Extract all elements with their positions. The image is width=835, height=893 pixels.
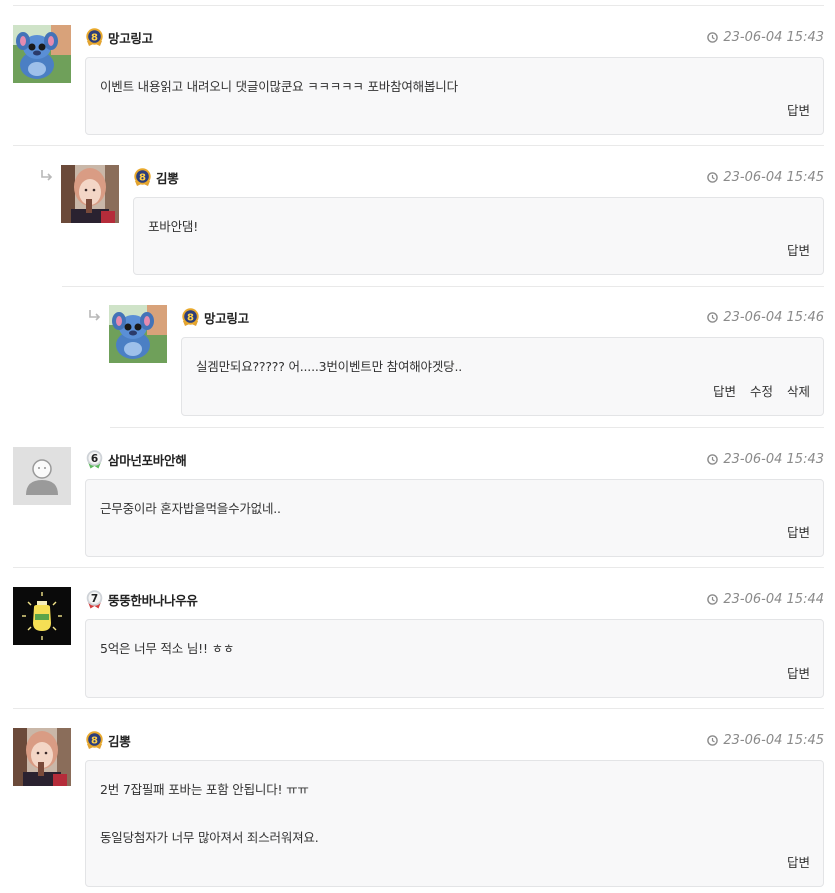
comment-text: 근무중이라 혼자밥을먹을수가없네..	[100, 501, 281, 516]
comment-item: 망고링고 23-06-04 15:43 이벤트 내용읽고 내려오니 댓글이많쿤요…	[13, 25, 824, 135]
clock-icon	[707, 31, 719, 43]
comment-item: 김뽕 23-06-04 15:45 포바안댐! 답변	[41, 165, 824, 275]
clock-icon	[707, 311, 719, 323]
comment-body: 5억은 너무 적소 님!! ㅎㅎ 답변	[85, 619, 824, 698]
time-text: 23-06-04 15:43	[723, 451, 824, 467]
level-badge-icon	[86, 28, 103, 46]
clock-icon	[707, 734, 719, 746]
comment-text: 실겜만되요????? 어.....3번이벤트만 참여해야겟당..	[196, 359, 462, 374]
comment-time: 23-06-04 15:43	[707, 27, 824, 47]
comment-header: 망고링고	[85, 27, 153, 47]
comment-body: 2번 7잡필패 포바는 포함 안됩니다! ㅠㅠ 동일당첨자가 너무 많아져서 죄…	[85, 760, 824, 887]
time-text: 23-06-04 15:44	[723, 591, 824, 607]
avatar[interactable]	[13, 587, 71, 645]
comment-actions: 답변	[787, 852, 810, 871]
comment-body: 실겜만되요????? 어.....3번이벤트만 참여해야겟당.. 답변 수정 삭…	[181, 337, 824, 416]
separator	[13, 5, 824, 6]
comment-time: 23-06-04 15:45	[707, 730, 824, 750]
comment-time: 23-06-04 15:44	[707, 589, 824, 609]
separator	[62, 286, 824, 287]
author-name[interactable]: 김뽕	[156, 168, 179, 187]
author-name[interactable]: 김뽕	[108, 731, 131, 750]
comment-header: 망고링고	[181, 307, 249, 327]
time-text: 23-06-04 15:45	[723, 732, 824, 748]
separator	[110, 427, 824, 428]
comment-actions: 답변	[787, 663, 810, 682]
reply-button[interactable]: 답변	[787, 852, 810, 871]
level-badge-icon	[86, 450, 103, 469]
reply-button[interactable]: 답변	[787, 663, 810, 682]
delete-button[interactable]: 삭제	[787, 381, 810, 400]
comment-text: 이벤트 내용읽고 내려오니 댓글이많쿤요 ㅋㅋㅋㅋㅋ 포바참여해봅니다	[100, 79, 458, 94]
time-text: 23-06-04 15:45	[723, 169, 824, 185]
reply-button[interactable]: 답변	[787, 100, 810, 119]
separator	[13, 567, 824, 568]
level-badge-icon	[86, 731, 103, 749]
comment-time: 23-06-04 15:45	[707, 167, 824, 187]
comment-time: 23-06-04 15:43	[707, 449, 824, 469]
reply-arrow-icon	[89, 309, 100, 321]
reply-button[interactable]: 답변	[713, 381, 736, 400]
comment-text: 2번 7잡필패 포바는 포함 안됩니다! ㅠㅠ	[100, 782, 309, 797]
comment-item: 김뽕 23-06-04 15:45 2번 7잡필패 포바는 포함 안됩니다! ㅠ…	[13, 728, 824, 887]
author-name[interactable]: 삼마넌포바안해	[108, 450, 187, 469]
comment-time: 23-06-04 15:46	[707, 307, 824, 327]
comment-header: 김뽕	[85, 730, 131, 750]
comment-item: 삼마넌포바안해 23-06-04 15:43 근무중이라 혼자밥을먹을수가없네.…	[13, 447, 824, 557]
author-name[interactable]: 뚱뚱한바나나우유	[108, 590, 198, 609]
author-name[interactable]: 망고링고	[108, 28, 153, 47]
author-name[interactable]: 망고링고	[204, 308, 249, 327]
level-badge-icon	[134, 168, 151, 186]
comment-text: 포바안댐!	[148, 219, 199, 234]
comment-header: 뚱뚱한바나나우유	[85, 589, 198, 609]
comment-header: 김뽕	[133, 167, 179, 187]
comment-actions: 답변	[787, 522, 810, 541]
avatar[interactable]	[109, 305, 167, 363]
separator	[13, 708, 824, 709]
time-text: 23-06-04 15:46	[723, 309, 824, 325]
avatar[interactable]	[61, 165, 119, 223]
comment-header: 삼마넌포바안해	[85, 449, 187, 469]
level-badge-icon	[182, 308, 199, 326]
avatar[interactable]	[13, 25, 71, 83]
comment-actions: 답변	[787, 100, 810, 119]
comment-item: 뚱뚱한바나나우유 23-06-04 15:44 5억은 너무 적소 님!! ㅎㅎ…	[13, 587, 824, 698]
clock-icon	[707, 453, 719, 465]
clock-icon	[707, 171, 719, 183]
avatar[interactable]	[13, 447, 71, 505]
reply-button[interactable]: 답변	[787, 240, 810, 259]
avatar[interactable]	[13, 728, 71, 786]
reply-arrow-icon	[41, 169, 52, 181]
level-badge-icon	[86, 590, 103, 609]
comment-body: 근무중이라 혼자밥을먹을수가없네.. 답변	[85, 479, 824, 557]
edit-button[interactable]: 수정	[750, 381, 773, 400]
comment-text: 5억은 너무 적소 님!! ㅎㅎ	[100, 641, 235, 656]
reply-button[interactable]: 답변	[787, 522, 810, 541]
comment-actions: 답변 수정 삭제	[713, 381, 810, 400]
separator	[13, 145, 824, 146]
comment-actions: 답변	[787, 240, 810, 259]
time-text: 23-06-04 15:43	[723, 29, 824, 45]
comment-text: 동일당첨자가 너무 많아져서 죄스러워져요.	[100, 830, 319, 845]
clock-icon	[707, 593, 719, 605]
comment-body: 포바안댐! 답변	[133, 197, 824, 275]
comment-body: 이벤트 내용읽고 내려오니 댓글이많쿤요 ㅋㅋㅋㅋㅋ 포바참여해봅니다 답변	[85, 57, 824, 135]
comment-item: 망고링고 23-06-04 15:46 실겜만되요????? 어.....3번이…	[89, 305, 824, 416]
